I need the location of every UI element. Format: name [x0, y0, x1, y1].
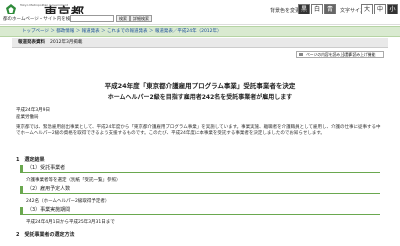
search-button[interactable]: 検索	[116, 15, 130, 22]
article-title: 平成24年度「東京都介護雇用プログラム事業」受託事業者を決定	[104, 82, 296, 90]
article-subtitle: ホームヘルパー2級を目指す雇用者242名を受託事業者が雇用します	[107, 94, 293, 101]
toolbar-divider	[343, 52, 344, 57]
period-text: 平成24年4月1日から平成25年3月31日まで	[26, 220, 115, 225]
subsection-heading-employment: （2）雇用予定人数	[20, 186, 380, 194]
category-label: 報道発表資料	[18, 40, 45, 45]
employment-text: 242名（ホームヘルパー2級取得予定者）	[26, 199, 110, 204]
breadcrumb[interactable]: トップページ ＞ 都政情報 ＞ 報道発表 ＞ これまでの報道発表 ＞ 報道発表／…	[22, 28, 222, 34]
advanced-search-button[interactable]: 詳細検索	[130, 15, 152, 22]
color-change-label: 背景色を変更	[270, 8, 301, 14]
main-content: 報道発表資料 2012年3月掲載 ページの内容を読み上げる 音声読み上げ機能 平…	[12, 38, 388, 246]
article-department: 産業労働局	[16, 115, 39, 120]
read-aloud-toolbar[interactable]: ページの内容を読み上げる 音声読み上げ機能	[296, 51, 384, 58]
subsection-heading-contractors: （1）受託事業者	[20, 165, 380, 173]
read-aloud-credit: 音声読み上げ機能	[345, 52, 376, 57]
speaker-icon	[299, 53, 303, 56]
section-heading-1: 1 選定結果	[16, 157, 45, 163]
search-input[interactable]	[70, 15, 114, 22]
content-header: 報道発表資料 2012年3月掲載	[12, 38, 388, 48]
article-date: 平成24年3月9日	[16, 108, 50, 113]
search-bar: 都のホームページ・サイト内を検索する 検索 詳細検索	[0, 14, 400, 25]
section-heading-2: 2 受託事業者の選定方法	[16, 232, 75, 238]
publish-date: 2012年3月掲載	[50, 40, 83, 45]
breadcrumb-bar: トップページ ＞ 都政情報 ＞ 報道発表 ＞ これまでの報道発表 ＞ 報道発表／…	[0, 26, 400, 37]
subsection-heading-period: （3）事業実施期間	[20, 207, 380, 215]
contractors-text: 介護事業者等を選定（別紙「受託一覧」参照）	[26, 178, 121, 183]
article-body: 東京都では、緊急雇用創出事業として、平成24年度から「東京都介護雇用プログラム事…	[16, 125, 381, 136]
